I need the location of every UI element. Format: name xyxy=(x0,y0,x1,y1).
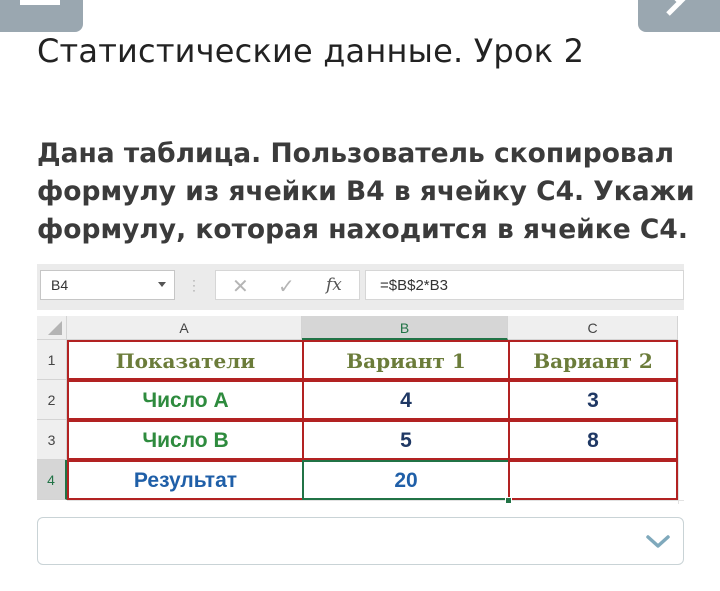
column-header-b: B xyxy=(302,316,508,340)
cell-b4: 20 xyxy=(302,460,510,500)
formula-buttons: ✕ ✓ fx xyxy=(215,270,360,300)
name-box-value: B4 xyxy=(51,277,69,293)
spreadsheet-image: B4 · · · ✕ ✓ fx =$B$2*B3 A B C 1 2 3 4 Пок… xyxy=(37,264,684,504)
select-all-corner xyxy=(37,316,67,340)
menu-icon xyxy=(20,0,60,5)
answer-dropdown[interactable] xyxy=(37,517,684,565)
page-title: Статистические данные. Урок 2 xyxy=(37,32,585,70)
close-icon xyxy=(666,0,686,16)
chevron-down-icon xyxy=(158,282,166,287)
cell-a4: Результат xyxy=(67,460,304,500)
column-header-c: C xyxy=(508,316,678,340)
row-header-3: 3 xyxy=(37,420,67,460)
select-all-icon xyxy=(48,321,62,335)
row-header-4: 4 xyxy=(37,460,67,500)
check-icon: ✓ xyxy=(278,276,295,298)
cell-c4 xyxy=(508,460,678,500)
cancel-icon: ✕ xyxy=(232,276,249,298)
cell-c3: 8 xyxy=(508,420,678,460)
formula-value: =$B$2*B3 xyxy=(365,270,684,300)
cell-b1: Вариант 1 xyxy=(302,340,510,380)
cell-b3: 5 xyxy=(302,420,510,460)
fx-icon: fx xyxy=(326,275,342,295)
gridline xyxy=(678,340,679,504)
chevron-down-icon xyxy=(646,535,670,548)
cell-b2: 4 xyxy=(302,380,510,420)
close-tab[interactable] xyxy=(638,0,720,32)
row-header-2: 2 xyxy=(37,380,67,420)
cell-a2: Число А xyxy=(67,380,304,420)
name-box: B4 xyxy=(40,270,175,300)
sheet-grid: A B C 1 2 3 4 Показатели Вариант 1 Вариа… xyxy=(37,316,684,504)
more-icon: · · · xyxy=(192,273,196,297)
cell-c1: Вариант 2 xyxy=(508,340,678,380)
row-header-1: 1 xyxy=(37,340,67,380)
cell-c2: 3 xyxy=(508,380,678,420)
gridline xyxy=(67,500,684,501)
cell-a3: Число В xyxy=(67,420,304,460)
formula-bar: B4 · · · ✕ ✓ fx =$B$2*B3 xyxy=(37,264,684,310)
question-text: Дана таблица. Пользователь скопировал фо… xyxy=(37,138,695,245)
fill-handle xyxy=(505,497,512,504)
column-header-a: A xyxy=(67,316,302,340)
cell-a1: Показатели xyxy=(67,340,304,380)
menu-tab[interactable] xyxy=(0,0,83,32)
